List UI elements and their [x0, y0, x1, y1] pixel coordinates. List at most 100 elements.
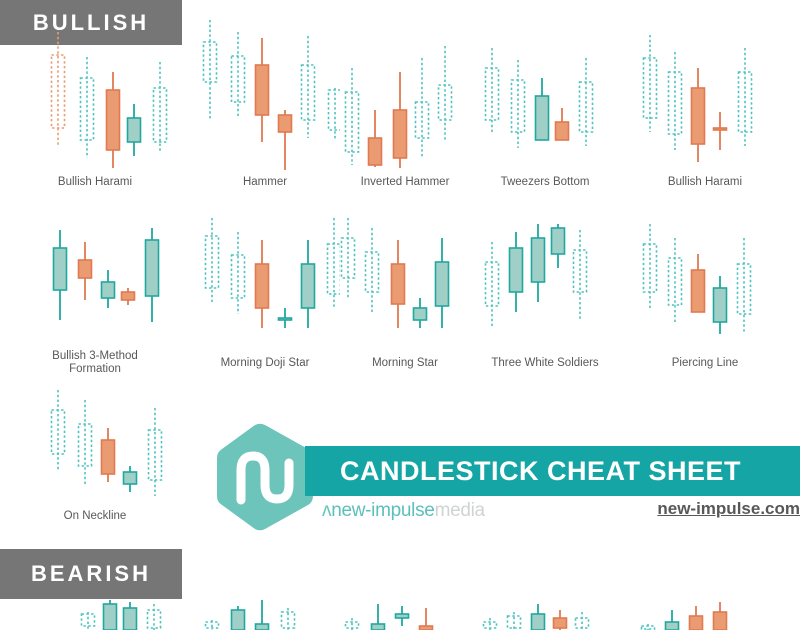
brand-logotype-main: new-impulse — [331, 500, 435, 521]
pattern-label-bullish-3-method: Bullish 3-Method Formation — [52, 350, 138, 375]
pattern-chart-tweezers-bottom — [484, 48, 594, 148]
candle — [434, 238, 450, 328]
candle — [300, 36, 316, 138]
candle-body — [534, 95, 550, 141]
pattern-chart-bullish-harami-2 — [642, 35, 753, 162]
candle-body — [202, 41, 218, 83]
candle — [50, 390, 66, 470]
candle-body — [300, 64, 316, 121]
pattern-chart-bearish-row-1 — [80, 600, 162, 630]
candle-body — [300, 263, 316, 309]
candle — [482, 618, 498, 630]
candle — [736, 238, 752, 332]
candle — [146, 604, 162, 630]
candle — [100, 270, 116, 308]
candle — [105, 72, 121, 168]
candle — [204, 218, 220, 302]
candle — [204, 620, 220, 630]
pattern-cell-bearish-row-2 — [190, 600, 340, 630]
candle — [437, 46, 453, 140]
pattern-label-piercing-line: Piercing Line — [671, 357, 739, 369]
brand-website-url[interactable]: new-impulse.com — [657, 499, 800, 519]
candle — [344, 68, 360, 165]
candle — [230, 606, 246, 630]
candle — [144, 228, 160, 322]
candle — [712, 276, 728, 334]
pattern-cell-bearish-row-3 — [330, 600, 480, 630]
pattern-chart-bearish-row-5 — [640, 602, 728, 630]
candle — [667, 52, 683, 150]
pattern-chart-bearish-row-4 — [482, 604, 590, 630]
candle — [392, 72, 408, 168]
candle — [50, 32, 66, 145]
candle-body — [50, 409, 66, 455]
candle — [254, 600, 270, 630]
candle-body — [530, 613, 546, 630]
pattern-cell-bearish-row-4 — [470, 600, 620, 630]
pattern-chart-hammer — [202, 20, 340, 170]
candle — [664, 610, 680, 630]
pattern-cell-morning-star: Morning Star — [330, 210, 480, 390]
candle-body — [277, 317, 293, 321]
candle — [277, 110, 293, 170]
candle-body — [530, 237, 546, 283]
pattern-cell-inverted-hammer: Inverted Hammer — [330, 10, 480, 190]
candle — [642, 224, 658, 308]
candle — [77, 400, 93, 486]
candle — [126, 104, 142, 156]
candle-body — [640, 625, 656, 630]
pattern-cell-bearish-row-5 — [610, 600, 800, 630]
candle — [530, 604, 546, 630]
candle — [640, 624, 656, 630]
candle-body — [664, 621, 680, 630]
candle — [254, 38, 270, 142]
candle-body — [712, 611, 728, 630]
candle — [484, 48, 500, 132]
candle — [80, 612, 96, 630]
candle — [688, 606, 704, 630]
pattern-label-tweezers-bottom: Tweezers Bottom — [500, 176, 590, 188]
candle — [230, 32, 246, 118]
candle — [280, 608, 296, 630]
pattern-label-bullish-harami-2: Bullish Harami — [667, 176, 743, 188]
candle — [122, 602, 138, 630]
candle-body — [77, 259, 93, 279]
candle-body — [508, 247, 524, 293]
candle — [572, 230, 588, 320]
candle — [534, 78, 550, 141]
candle — [530, 224, 546, 302]
candle-body — [105, 89, 121, 151]
candle-body — [688, 615, 704, 630]
candle — [737, 48, 753, 146]
candle — [552, 610, 568, 630]
brand-logotype: ʌnew-impulsemedia — [322, 500, 485, 522]
pattern-cell-tweezers-bottom: Tweezers Bottom — [470, 10, 620, 190]
pattern-cell-bullish-harami-1: Bullish Harami — [0, 10, 190, 190]
candle — [300, 240, 316, 328]
candle-body — [712, 127, 728, 131]
candle-body — [122, 471, 138, 485]
candle — [690, 68, 706, 162]
candle-body — [412, 307, 428, 321]
candle-body — [367, 137, 383, 166]
candle — [574, 612, 590, 630]
pattern-chart-inverted-hammer — [344, 46, 453, 168]
candle — [642, 35, 658, 132]
candle-body — [277, 114, 293, 133]
pattern-label-morning-star: Morning Star — [372, 357, 438, 369]
candle — [667, 238, 683, 322]
candle — [147, 408, 163, 496]
pattern-label-on-neckline: On Neckline — [63, 510, 127, 522]
candle-body — [712, 287, 728, 323]
candle — [344, 618, 360, 630]
candle — [508, 232, 524, 312]
candle — [79, 57, 95, 158]
candle — [340, 218, 356, 298]
candle — [254, 240, 270, 328]
candle — [550, 224, 566, 268]
section-banner-bearish: BEARISH — [0, 549, 182, 599]
pattern-cell-morning-doji-star: Morning Doji Star — [190, 210, 340, 390]
candle-body — [690, 269, 706, 313]
candle — [412, 298, 428, 328]
candle-body — [102, 603, 118, 630]
